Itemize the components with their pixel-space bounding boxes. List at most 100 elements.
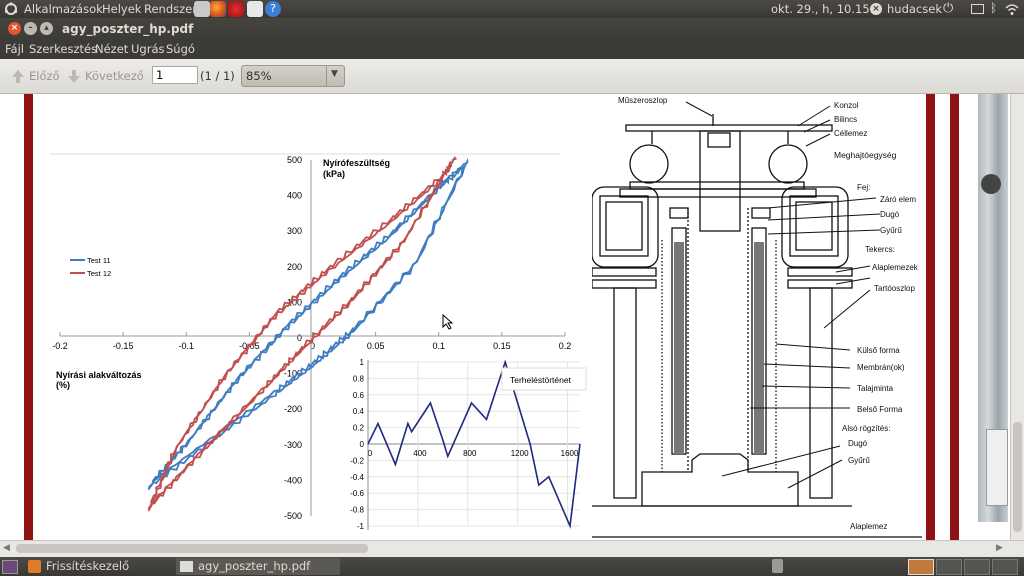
load-x-tick: 1200 <box>511 449 529 458</box>
next-page-label: Következő <box>85 69 144 83</box>
prev-page-label: Előző <box>29 69 60 83</box>
power-icon[interactable]: ⏻ <box>943 1 953 16</box>
page-number-input[interactable] <box>152 66 198 84</box>
label-kulso: Külső forma <box>857 346 900 355</box>
label-muszeroszlop: Műszeroszlop <box>618 96 668 105</box>
menu-system[interactable]: Rendszer <box>144 2 197 16</box>
task-document-viewer-label: agy_poszter_hp.pdf <box>198 559 311 573</box>
close-window-icon[interactable]: × <box>8 22 21 35</box>
bottom-panel: Frissítéskezelő agy_poszter_hp.pdf <box>0 557 1024 576</box>
load-y-tick: 0 <box>360 440 365 449</box>
load-x-tick: 400 <box>413 449 427 458</box>
leader-12 <box>763 363 851 369</box>
hyst-xlabel-2: (%) <box>56 380 70 390</box>
hyst-ylabel-1: Nyírófeszültség <box>323 158 390 168</box>
diagram-coil-left-core <box>605 201 643 251</box>
workspace-1[interactable] <box>908 559 934 575</box>
zoom-select[interactable]: 85% ▼ <box>241 65 345 87</box>
user-name[interactable]: hudacsek <box>887 2 942 16</box>
load-y-tick: -0.8 <box>350 506 364 515</box>
help-icon[interactable]: ? <box>265 1 281 17</box>
hyst-y-tick: -500 <box>284 511 302 521</box>
menu-go[interactable]: Ugrás <box>131 42 164 56</box>
label-talaj: Talajminta <box>857 384 894 393</box>
label-dugo: Dugó <box>880 210 900 219</box>
top-panel: Alkalmazások Helyek Rendszer ? okt. 29.,… <box>0 0 1024 18</box>
trash-icon[interactable] <box>772 559 783 573</box>
maximize-window-icon[interactable]: ▴ <box>40 22 53 35</box>
hyst-y-tick: 300 <box>287 226 302 236</box>
wifi-icon[interactable] <box>1004 2 1020 16</box>
workspace-4[interactable] <box>992 559 1018 575</box>
display-icon[interactable] <box>971 4 984 14</box>
label-cellemez: Céllemez <box>834 129 867 138</box>
load-x-tick: 800 <box>463 449 477 458</box>
diagram-cap-right <box>751 207 771 219</box>
label-konzol: Konzol <box>834 101 859 110</box>
horizontal-scroll-thumb[interactable] <box>16 544 368 553</box>
load-x-tick: 0 <box>368 449 373 458</box>
workspace-2[interactable] <box>936 559 962 575</box>
scroll-left-icon[interactable]: ◀ <box>3 543 10 553</box>
hyst-y-tick: 0 <box>297 333 302 343</box>
menu-view[interactable]: Nézet <box>95 42 128 56</box>
vertical-scroll-thumb[interactable] <box>1013 422 1022 532</box>
show-desktop-icon[interactable] <box>2 560 18 574</box>
photo-gauge <box>981 174 1001 194</box>
menu-help[interactable]: Súgó <box>166 42 195 56</box>
poster-border-left <box>24 94 33 540</box>
minimize-window-icon[interactable]: – <box>24 22 37 35</box>
leader-9 <box>835 277 871 285</box>
bluetooth-icon[interactable]: ᛒ <box>990 1 997 15</box>
load-x-tick: 1600 <box>561 449 579 458</box>
task-update-manager-label: Frissítéskezelő <box>46 559 130 573</box>
leader-7 <box>767 229 881 235</box>
clock[interactable]: okt. 29., h, 10.15 <box>771 2 870 16</box>
vertical-scrollbar[interactable] <box>1010 94 1024 540</box>
hyst-x-tick: 0.2 <box>559 341 572 351</box>
hyst-y-tick: -300 <box>284 440 302 450</box>
document-view[interactable]: 500 400 300 200 100 0 -100 -200 -300 -400 -500 -0.… <box>0 94 1024 540</box>
ubuntu-logo-icon[interactable] <box>4 2 18 16</box>
diagram-coil-right-core <box>795 201 833 251</box>
toolbar: Előző Következő (1 / 1) 85% ▼ <box>0 59 1024 94</box>
horizontal-scrollbar[interactable]: ◀ ▶ <box>0 540 1024 557</box>
firefox-icon[interactable] <box>210 1 226 17</box>
label-tekercs: Tekercs: <box>865 245 895 254</box>
app-icon[interactable] <box>228 1 244 17</box>
leader-1 <box>685 101 713 117</box>
menu-applications[interactable]: Alkalmazások <box>24 2 103 16</box>
load-y-tick: -0.6 <box>350 489 364 498</box>
menu-file[interactable]: Fájl <box>5 42 24 56</box>
up-arrow-icon <box>12 70 24 83</box>
scroll-right-icon[interactable]: ▶ <box>996 543 1003 553</box>
document-viewer-icon <box>180 561 193 572</box>
legend-label-1: Test 11 <box>87 256 111 265</box>
leader-3 <box>803 119 831 133</box>
menu-edit[interactable]: Szerkesztés <box>29 42 97 56</box>
load-y-tick: 0.4 <box>353 407 365 416</box>
prev-page-button[interactable]: Előző <box>8 67 64 85</box>
zoom-value: 85% <box>246 69 272 83</box>
down-arrow-icon <box>68 70 80 83</box>
user-status-icon[interactable]: × <box>870 3 882 15</box>
leader-5 <box>767 197 877 209</box>
mail-icon[interactable] <box>247 1 263 17</box>
diagram-base-left <box>592 267 657 277</box>
load-y-tick: 0.6 <box>353 391 365 400</box>
task-document-viewer[interactable]: agy_poszter_hp.pdf <box>176 558 340 575</box>
leader-11 <box>775 343 851 351</box>
window-titlebar[interactable]: × – ▴ agy_poszter_hp.pdf <box>0 18 1024 40</box>
menubar: Fájl Szerkesztés Nézet Ugrás Súgó <box>0 40 1024 59</box>
label-belso: Belső Forma <box>857 405 903 414</box>
leader-4 <box>805 133 831 147</box>
workspace-3[interactable] <box>964 559 990 575</box>
task-update-manager[interactable]: Frissítéskezelő <box>26 558 171 575</box>
menu-places[interactable]: Helyek <box>102 2 141 16</box>
hyst-x-tick: -0.1 <box>178 341 194 351</box>
diagram-cap-left <box>669 207 689 219</box>
next-page-button[interactable]: Következő <box>64 67 144 85</box>
text-editor-icon[interactable] <box>194 1 210 17</box>
load-y-tick: 1 <box>360 358 365 367</box>
label-bilincs: Bilincs <box>834 115 857 124</box>
